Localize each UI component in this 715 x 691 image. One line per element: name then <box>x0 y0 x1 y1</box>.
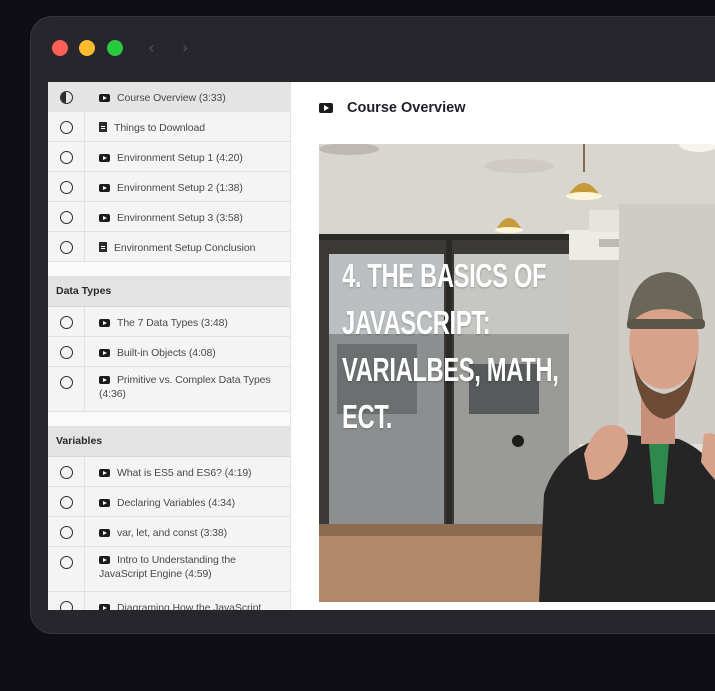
progress-empty-icon <box>59 496 73 509</box>
progress-half-icon <box>59 91 73 104</box>
video-player[interactable]: 4. THE BASICS OF JAVASCRIPT: VARIALBES, … <box>319 144 715 602</box>
video-icon <box>99 556 110 564</box>
lesson-label: Environment Setup 2 (1:38) <box>117 182 243 194</box>
lesson-label: Primitive vs. Complex Data Types (4:36) <box>99 374 271 400</box>
section-title: Data Types <box>48 276 290 307</box>
forward-arrow-icon[interactable]: › <box>182 38 188 57</box>
lesson-label: Things to Download <box>114 122 206 134</box>
progress-empty-icon <box>59 121 73 134</box>
lesson-item[interactable]: Primitive vs. Complex Data Types (4:36) <box>48 367 290 412</box>
video-icon <box>99 529 110 537</box>
video-icon <box>99 184 110 192</box>
lesson-item[interactable]: Things to Download <box>48 112 290 142</box>
lesson-content: Course Overview 4. THE BASICS OF JAVASCR… <box>291 82 715 610</box>
lesson-label: Environment Setup 1 (4:20) <box>117 152 243 164</box>
lesson-label: Declaring Variables (4:34) <box>117 497 236 509</box>
close-button[interactable] <box>52 40 68 56</box>
lesson-label: Intro to Understanding the JavaScript En… <box>99 554 236 580</box>
lesson-item[interactable]: Declaring Variables (4:34) <box>48 487 290 517</box>
progress-empty-icon <box>59 316 73 329</box>
section-spacer <box>48 262 290 276</box>
video-icon <box>99 469 110 477</box>
video-icon <box>99 376 110 384</box>
lesson-label: What is ES5 and ES6? (4:19) <box>117 467 252 479</box>
video-icon <box>99 214 110 222</box>
lesson-item[interactable]: Environment Setup Conclusion <box>48 232 290 262</box>
video-icon <box>99 499 110 507</box>
lesson-label: The 7 Data Types (3:48) <box>117 317 228 329</box>
progress-empty-icon <box>59 211 73 224</box>
progress-empty-icon <box>59 241 73 254</box>
lesson-sidebar: Course Overview (3:33) Things to Downloa… <box>48 82 291 610</box>
document-icon <box>99 122 107 132</box>
video-icon <box>99 349 110 357</box>
lesson-item[interactable]: var, let, and const (3:38) <box>48 517 290 547</box>
video-icon <box>99 94 110 102</box>
lesson-item[interactable]: Course Overview (3:33) <box>48 82 290 112</box>
section-title: Variables <box>48 426 290 457</box>
lesson-item[interactable]: Intro to Understanding the JavaScript En… <box>48 547 290 592</box>
lesson-item[interactable]: What is ES5 and ES6? (4:19) <box>48 457 290 487</box>
progress-empty-icon <box>59 181 73 194</box>
progress-empty-icon <box>59 376 73 389</box>
lesson-label: Environment Setup Conclusion <box>114 242 256 254</box>
minimize-button[interactable] <box>79 40 95 56</box>
lesson-item[interactable]: Environment Setup 2 (1:38) <box>48 172 290 202</box>
lesson-item[interactable]: Environment Setup 3 (3:58) <box>48 202 290 232</box>
section-spacer <box>48 412 290 426</box>
back-arrow-icon[interactable]: ‹ <box>148 38 154 57</box>
video-icon <box>99 319 110 327</box>
lesson-item[interactable]: Environment Setup 1 (4:20) <box>48 142 290 172</box>
progress-empty-icon <box>59 151 73 164</box>
video-icon <box>99 154 110 162</box>
lesson-item[interactable]: The 7 Data Types (3:48) <box>48 307 290 337</box>
progress-empty-icon <box>59 556 73 569</box>
lesson-label: Diagraming How the JavaScript <box>117 602 262 610</box>
document-icon <box>99 242 107 252</box>
lesson-title: Course Overview <box>347 100 466 116</box>
maximize-button[interactable] <box>107 40 123 56</box>
video-icon <box>319 103 333 113</box>
lesson-label: Built-in Objects (4:08) <box>117 347 216 359</box>
lesson-heading: Course Overview <box>319 100 465 116</box>
lesson-label: Course Overview (3:33) <box>117 92 226 104</box>
course-player: Course Overview (3:33) Things to Downloa… <box>48 82 715 610</box>
video-overlay-title: 4. THE BASICS OF JAVASCRIPT: VARIALBES, … <box>342 257 559 435</box>
video-icon <box>99 604 110 610</box>
progress-empty-icon <box>59 526 73 539</box>
lesson-item[interactable]: Diagraming How the JavaScript <box>48 592 290 610</box>
progress-empty-icon <box>59 346 73 359</box>
progress-empty-icon <box>59 601 73 610</box>
lesson-label: Environment Setup 3 (3:58) <box>117 212 243 224</box>
lesson-item[interactable]: Built-in Objects (4:08) <box>48 337 290 367</box>
progress-empty-icon <box>59 466 73 479</box>
lesson-label: var, let, and const (3:38) <box>117 527 228 539</box>
